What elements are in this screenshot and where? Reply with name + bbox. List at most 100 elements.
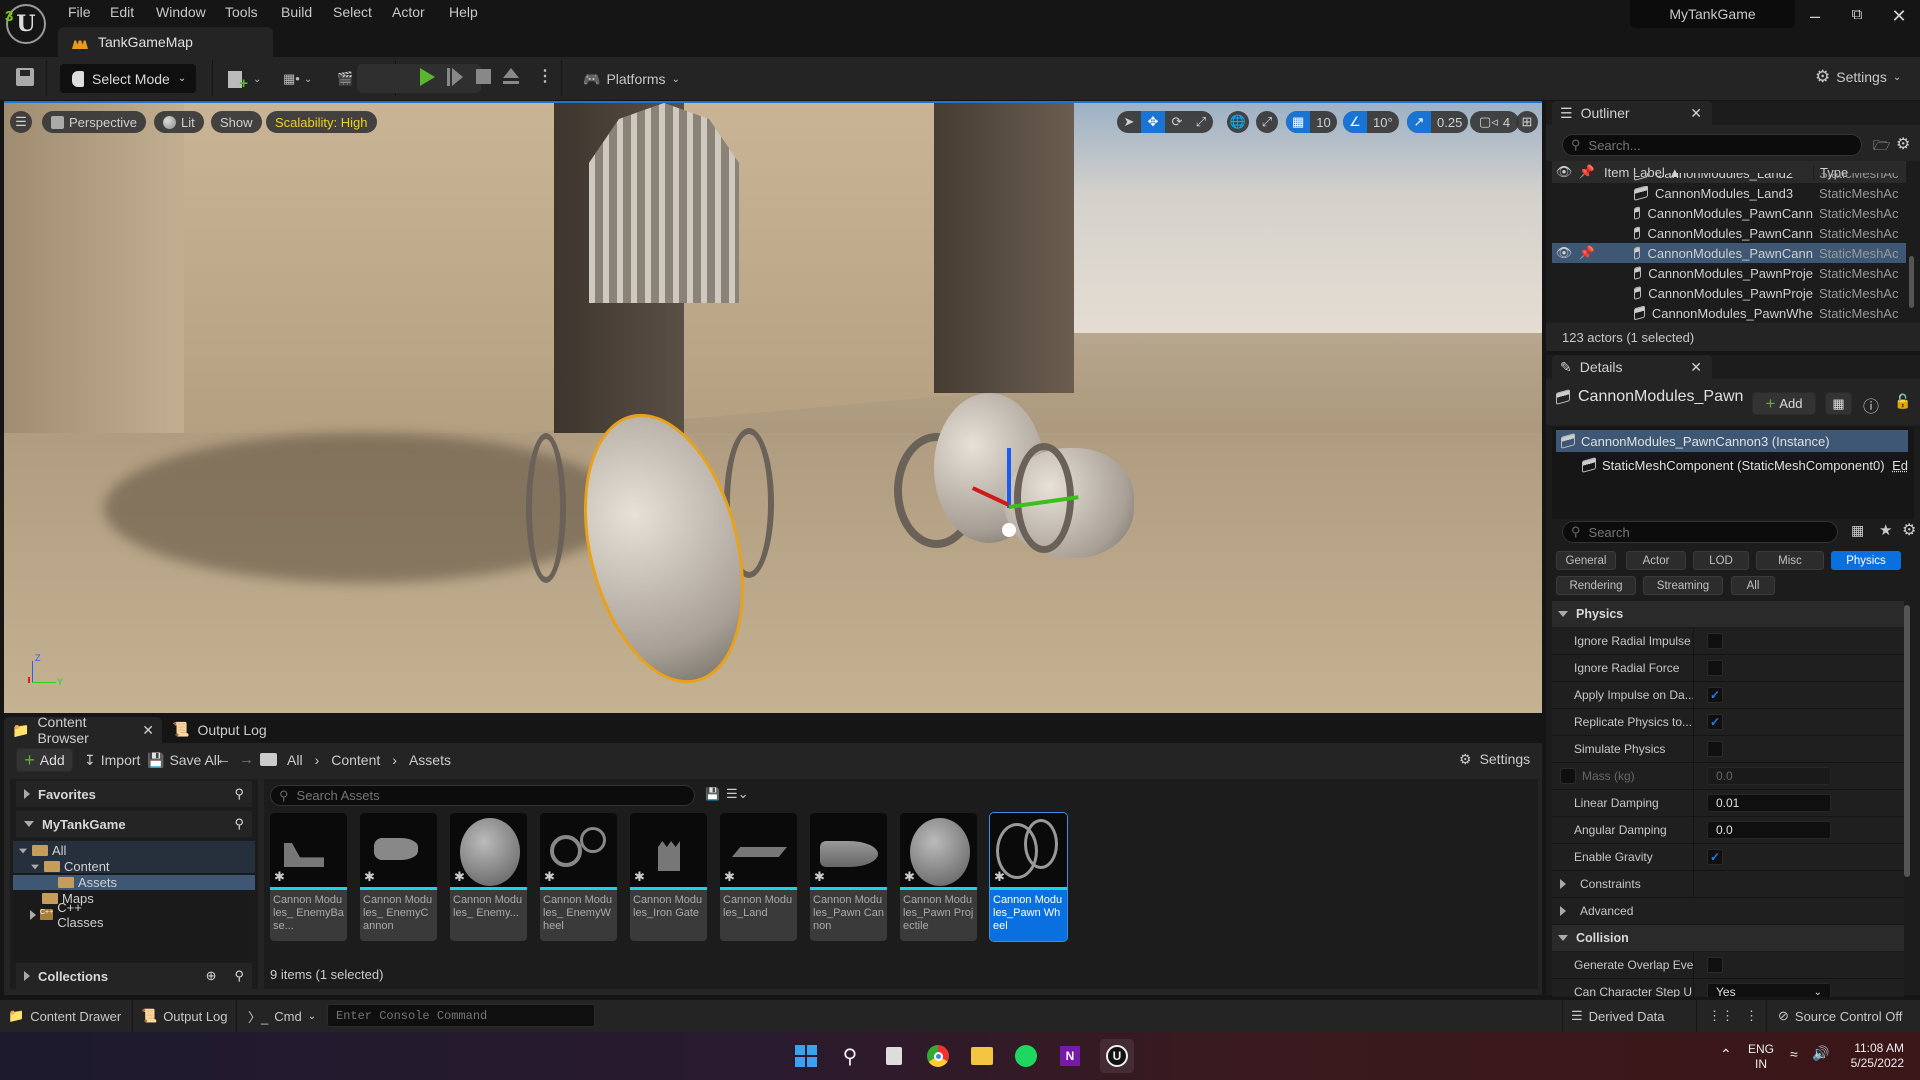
angle-icon[interactable]: ∠ xyxy=(1343,111,1367,133)
collections-section[interactable]: Collections ⊕ ⚲ xyxy=(16,963,252,989)
lighting-mode-button[interactable]: Lit xyxy=(154,111,204,133)
rotation-snap-group[interactable]: ∠ 10° xyxy=(1343,111,1399,133)
more-options-icon[interactable]: ⋮ xyxy=(537,66,553,86)
camera-speed-button[interactable]: ▢◃ 4 xyxy=(1470,111,1520,133)
save-search-icon[interactable]: 💾 xyxy=(705,787,720,801)
add-button[interactable]: + Add xyxy=(16,748,73,772)
derived-data-button[interactable]: ☰ Derived Data xyxy=(1562,1000,1697,1032)
windows-start-icon[interactable] xyxy=(792,1042,820,1070)
asset-tile[interactable]: ✱ Cannon Modules_Iron Gate xyxy=(630,813,707,941)
asset-tile[interactable]: ✱ Cannon Modules_Pawn Projectile xyxy=(900,813,977,941)
rotation-snap-value[interactable]: 10° xyxy=(1367,111,1399,133)
minimize-button[interactable]: – xyxy=(1800,6,1830,28)
breadcrumb-item[interactable]: Assets xyxy=(409,752,451,768)
output-log-tab[interactable]: 📜 Output Log xyxy=(172,721,267,738)
map-tab[interactable]: TankGameMap xyxy=(58,27,273,57)
select-arrow-icon[interactable]: ➤ xyxy=(1117,111,1141,133)
import-button[interactable]: ↧ Import xyxy=(84,752,140,769)
pin-icon[interactable]: 📌 xyxy=(1576,245,1598,261)
property-checkbox[interactable] xyxy=(1707,633,1723,649)
outliner-row[interactable]: CannonModules_Land3 StaticMeshAc xyxy=(1552,183,1906,203)
save-all-button[interactable]: 💾 Save All xyxy=(147,752,220,769)
translate-icon[interactable]: ✥ xyxy=(1141,111,1165,133)
output-log-button[interactable]: 📜 Output Log xyxy=(133,1000,237,1032)
file-explorer-icon[interactable] xyxy=(968,1042,996,1070)
eject-button[interactable] xyxy=(503,68,521,86)
project-section[interactable]: MyTankGame ⚲ xyxy=(16,811,252,837)
chrome-icon[interactable] xyxy=(924,1042,952,1070)
viewport-menu-button[interactable]: ☰ xyxy=(10,111,32,133)
filter-icon[interactable]: ☰⌄ xyxy=(726,786,749,802)
stop-button[interactable] xyxy=(476,69,491,84)
task-view-icon[interactable] xyxy=(880,1042,908,1070)
rotate-icon[interactable]: ⟳ xyxy=(1165,111,1189,133)
outliner-scrollbar[interactable] xyxy=(1909,256,1914,308)
asset-tile[interactable]: ✱ Cannon Modules_ Enemy... xyxy=(450,813,527,941)
advanced-subcategory[interactable]: Advanced xyxy=(1552,898,1904,925)
menu-help[interactable]: Help xyxy=(449,4,478,22)
language-indicator[interactable]: ENG IN xyxy=(1748,1042,1774,1072)
scale-snap-value[interactable]: 0.25 xyxy=(1431,111,1468,133)
folder-tree-item[interactable]: Content xyxy=(30,859,110,874)
tray-overflow-icon[interactable]: ⌃ xyxy=(1720,1046,1732,1063)
property-checkbox[interactable] xyxy=(1707,741,1723,757)
restore-button[interactable]: ⧉ xyxy=(1842,6,1872,28)
outliner-row[interactable]: CannonModules_PawnCann StaticMeshAc xyxy=(1552,203,1906,223)
scale-icon[interactable]: ⤢ xyxy=(1189,111,1213,133)
clock[interactable]: 11:08 AM 5/25/2022 xyxy=(1840,1041,1904,1071)
asset-tile[interactable]: ✱ Cannon Modules_Land xyxy=(720,813,797,941)
spotify-icon[interactable] xyxy=(1012,1042,1040,1070)
scalability-button[interactable]: Scalability: High xyxy=(266,111,377,133)
asset-tile[interactable]: ✱ Cannon Modules_Pawn Cannon xyxy=(810,813,887,941)
folder-tree-item[interactable]: Assets xyxy=(13,875,255,890)
favorites-section[interactable]: Favorites ⚲ xyxy=(16,781,252,807)
cb-settings-button[interactable]: ⚙ Settings xyxy=(1459,751,1530,768)
constraints-subcategory[interactable]: Constraints xyxy=(1552,871,1904,898)
onenote-icon[interactable]: N xyxy=(1056,1042,1084,1070)
content-drawer-button[interactable]: 📁 Content Drawer xyxy=(0,1000,133,1032)
cmd-dropdown[interactable]: 〉_ Cmd ⌄ xyxy=(240,1000,324,1032)
property-checkbox[interactable]: ✓ xyxy=(1707,714,1723,730)
physics-category[interactable]: Physics xyxy=(1552,601,1904,627)
menu-window[interactable]: Window xyxy=(156,4,206,22)
property-checkbox[interactable] xyxy=(1707,660,1723,676)
menu-file[interactable]: File xyxy=(68,4,91,22)
scale-snap-group[interactable]: ↗ 0.25 xyxy=(1407,111,1469,133)
outliner-row[interactable]: 👁 📌 CannonModules_PawnCann StaticMeshAc xyxy=(1552,243,1906,263)
platforms-dropdown[interactable]: 🎮 Platforms ⌄ xyxy=(583,68,680,90)
viewport-layout-button[interactable]: ⊞ xyxy=(1516,111,1538,133)
override-checkbox[interactable] xyxy=(1560,768,1576,784)
asset-tile[interactable]: ✱ Cannon Modules_ EnemyCannon xyxy=(360,813,437,941)
grid-snap-group[interactable]: ▦ 10 xyxy=(1286,111,1337,133)
folder-tree-item[interactable]: C++ C++ Classes xyxy=(30,900,106,930)
menu-tools[interactable]: Tools xyxy=(225,4,258,22)
property-checkbox[interactable] xyxy=(1707,957,1723,973)
close-icon[interactable]: ✕ xyxy=(1690,105,1702,122)
settings-dropdown[interactable]: ⚙ Settings ⌄ xyxy=(1815,67,1901,87)
asset-tile[interactable]: ✱ Cannon Modules_ EnemyWheel xyxy=(540,813,617,941)
outliner-row[interactable]: CannonModules_Land2 StaticMeshAc xyxy=(1552,173,1906,183)
advance-frame-button[interactable] xyxy=(447,68,463,86)
outliner-row[interactable]: CannonModules_PawnCann StaticMeshAc xyxy=(1552,223,1906,243)
blueprint-button[interactable]: ▦• ⌄ xyxy=(283,67,321,91)
forward-arrow-icon[interactable]: → xyxy=(239,751,254,768)
source-control-button[interactable]: ⊘ Source Control Off xyxy=(1770,1000,1920,1032)
gizmo-pivot[interactable] xyxy=(1002,523,1016,537)
outliner-row[interactable]: CannonModules_PawnWhe StaticMeshAc xyxy=(1552,303,1906,321)
content-browser-tab[interactable]: 📁 Content Browser ✕ xyxy=(4,714,162,746)
property-checkbox[interactable]: ✓ xyxy=(1707,687,1723,703)
play-button[interactable] xyxy=(420,68,435,86)
details-scrollbar[interactable] xyxy=(1904,605,1910,877)
add-collection-icon[interactable]: ⊕ xyxy=(206,968,217,984)
property-number-field[interactable]: 0.0 xyxy=(1707,821,1831,839)
menu-build[interactable]: Build xyxy=(281,4,312,22)
search-icon[interactable]: ⚲ xyxy=(836,1042,864,1070)
unreal-engine-taskbar-icon[interactable]: U xyxy=(1100,1039,1134,1073)
visibility-icon[interactable]: 👁 xyxy=(1552,245,1576,261)
select-mode-dropdown[interactable]: Select Mode ⌄ xyxy=(60,64,196,93)
asset-search-input[interactable] xyxy=(296,788,694,803)
console-command-input[interactable] xyxy=(336,1008,594,1023)
menu-edit[interactable]: Edit xyxy=(110,4,134,22)
property-dropdown[interactable]: Yes ⌄ xyxy=(1707,983,1831,997)
menu-actor[interactable]: Actor xyxy=(392,4,425,22)
